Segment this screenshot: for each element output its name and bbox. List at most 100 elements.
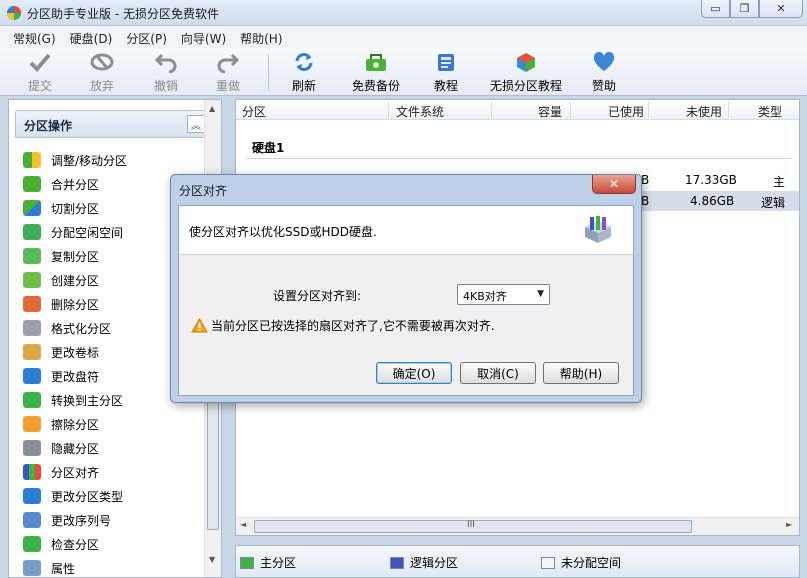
redo-button[interactable]: 重做 <box>208 50 248 94</box>
lossless-tutorial-icon <box>517 53 535 72</box>
menu-bar: 常规(G) 硬盘(D) 分区(P) 向导(W) 帮助(H) <box>0 26 807 48</box>
drive-letter-icon <box>23 368 41 384</box>
unused-cell: 17.33GB <box>685 173 737 187</box>
restore-button[interactable]: ❐ <box>730 0 759 18</box>
redo-label: 重做 <box>215 79 240 93</box>
cancel-button[interactable]: 取消(C) <box>460 362 536 384</box>
convert-icon <box>23 392 41 408</box>
undo-button[interactable]: 撤销 <box>146 50 186 94</box>
hscroll-thumb[interactable]: III <box>254 520 692 533</box>
donate-label: 赞助 <box>591 79 616 93</box>
toolbar-separator <box>268 54 269 90</box>
scroll-thumb[interactable] <box>207 400 219 530</box>
dialog-close-button[interactable]: ✕ <box>592 175 636 194</box>
undo-label: 撤销 <box>153 79 178 93</box>
app-logo-icon <box>7 6 21 20</box>
menu-wizard[interactable]: 向导(W) <box>174 26 233 48</box>
op-resize-move[interactable]: 调整/移动分区 <box>23 148 127 172</box>
op-align[interactable]: 分区对齐 <box>23 460 127 484</box>
scroll-down-icon[interactable]: ▼ <box>209 555 215 564</box>
close-icon: ✕ <box>608 177 620 191</box>
col-type[interactable]: 类型 <box>758 103 782 120</box>
ok-button[interactable]: 确定(O) <box>376 362 452 384</box>
properties-icon <box>23 560 41 576</box>
tutorial-button[interactable]: 教程 <box>428 50 464 94</box>
scroll-right-icon[interactable]: ► <box>786 520 792 529</box>
resize-icon <box>23 152 41 168</box>
primary-swatch <box>240 556 254 569</box>
op-hide[interactable]: 隐藏分区 <box>23 436 127 460</box>
backup-icon <box>366 54 386 71</box>
col-used[interactable]: 已使用 <box>608 103 644 120</box>
alignment-select-value: 4KB对齐 <box>463 290 507 303</box>
alignment-select[interactable]: 4KB对齐 ▼ <box>457 284 550 305</box>
column-divider <box>570 102 571 118</box>
tutorial-label: 教程 <box>433 79 458 93</box>
discard-button[interactable]: 放弃 <box>82 50 122 94</box>
col-capacity[interactable]: 容量 <box>538 103 562 120</box>
op-create[interactable]: 创建分区 <box>23 268 127 292</box>
refresh-button[interactable]: 刷新 <box>284 50 324 94</box>
delete-icon <box>23 296 41 312</box>
menu-disk[interactable]: 硬盘(D) <box>63 26 120 48</box>
allocate-icon <box>23 224 41 240</box>
op-change-type[interactable]: 更改分区类型 <box>23 484 127 508</box>
op-change-serial[interactable]: 更改序列号 <box>23 508 127 532</box>
used-cell: B <box>641 173 650 187</box>
op-change-drive-letter[interactable]: 更改盘符 <box>23 364 127 388</box>
op-split[interactable]: 切割分区 <box>23 196 127 220</box>
commit-button[interactable]: 提交 <box>20 50 60 94</box>
op-allocate-free-space[interactable]: 分配空闲空间 <box>23 220 127 244</box>
partition-align-dialog: 分区对齐 ✕ 使分区对齐以优化SSD或HDD硬盘. 设置分区对齐到: 4KB对齐… <box>170 174 642 403</box>
discard-icon <box>90 53 114 71</box>
op-wipe[interactable]: 擦除分区 <box>23 412 127 436</box>
op-check[interactable]: 检查分区 <box>23 532 127 556</box>
alignment-warning: 当前分区已按选择的扇区对齐了,它不需要被再次对齐. <box>191 317 495 334</box>
op-properties[interactable]: 属性 <box>23 556 127 578</box>
help-button[interactable]: 帮助(H) <box>543 362 619 384</box>
discard-label: 放弃 <box>89 79 114 93</box>
scroll-left-icon[interactable]: ◄ <box>240 520 246 529</box>
collapse-button[interactable]: ︽ <box>187 115 205 133</box>
column-divider <box>388 102 389 118</box>
collapse-icon: ︽ <box>191 120 201 132</box>
used-cell: B <box>641 194 650 208</box>
scroll-up-icon[interactable]: ▲ <box>209 104 215 113</box>
lossless-tutorial-button[interactable]: 无损分区教程 <box>488 50 564 94</box>
op-convert-to-primary[interactable]: 转换到主分区 <box>23 388 127 412</box>
table-horizontal-scrollbar[interactable]: ◄ III ► <box>236 517 799 535</box>
backup-button[interactable]: 免费备份 <box>346 50 406 94</box>
redo-icon <box>217 53 240 73</box>
legend-unallocated: 未分配空间 <box>541 554 621 571</box>
checkmark-icon <box>29 53 51 72</box>
lossless-tutorial-label: 无损分区教程 <box>489 79 562 93</box>
menu-help[interactable]: 帮助(H) <box>233 26 289 48</box>
unallocated-swatch <box>541 556 555 569</box>
menu-partition[interactable]: 分区(P) <box>119 26 174 48</box>
op-change-label[interactable]: 更改卷标 <box>23 340 127 364</box>
close-icon: ✕ <box>776 2 786 15</box>
close-button[interactable]: ✕ <box>759 0 803 18</box>
type-cell: 主 <box>773 175 786 189</box>
tutorial-icon <box>438 54 454 71</box>
align-icon <box>23 464 41 480</box>
col-partition[interactable]: 分区 <box>242 103 266 120</box>
column-divider <box>491 102 492 118</box>
unused-cell: 4.86GB <box>690 194 735 208</box>
col-unused[interactable]: 未使用 <box>686 103 722 120</box>
minimize-button[interactable]: ▭ <box>701 0 730 18</box>
undo-icon <box>154 53 177 73</box>
op-delete[interactable]: 删除分区 <box>23 292 127 316</box>
legend-logical: 逻辑分区 <box>390 554 458 571</box>
disk-divider <box>246 158 791 159</box>
legend-bar: 主分区 逻辑分区 未分配空间 <box>235 545 800 578</box>
menu-general[interactable]: 常规(G) <box>6 26 63 48</box>
operation-list: 调整/移动分区 合并分区 切割分区 分配空闲空间 复制分区 创建分区 删除分区 … <box>23 148 127 578</box>
column-divider <box>648 102 649 118</box>
col-filesystem[interactable]: 文件系统 <box>396 103 444 120</box>
op-merge[interactable]: 合并分区 <box>23 172 127 196</box>
split-icon <box>23 200 41 216</box>
donate-button[interactable]: 赞助 <box>586 50 622 94</box>
op-copy[interactable]: 复制分区 <box>23 244 127 268</box>
op-format[interactable]: 格式化分区 <box>23 316 127 340</box>
